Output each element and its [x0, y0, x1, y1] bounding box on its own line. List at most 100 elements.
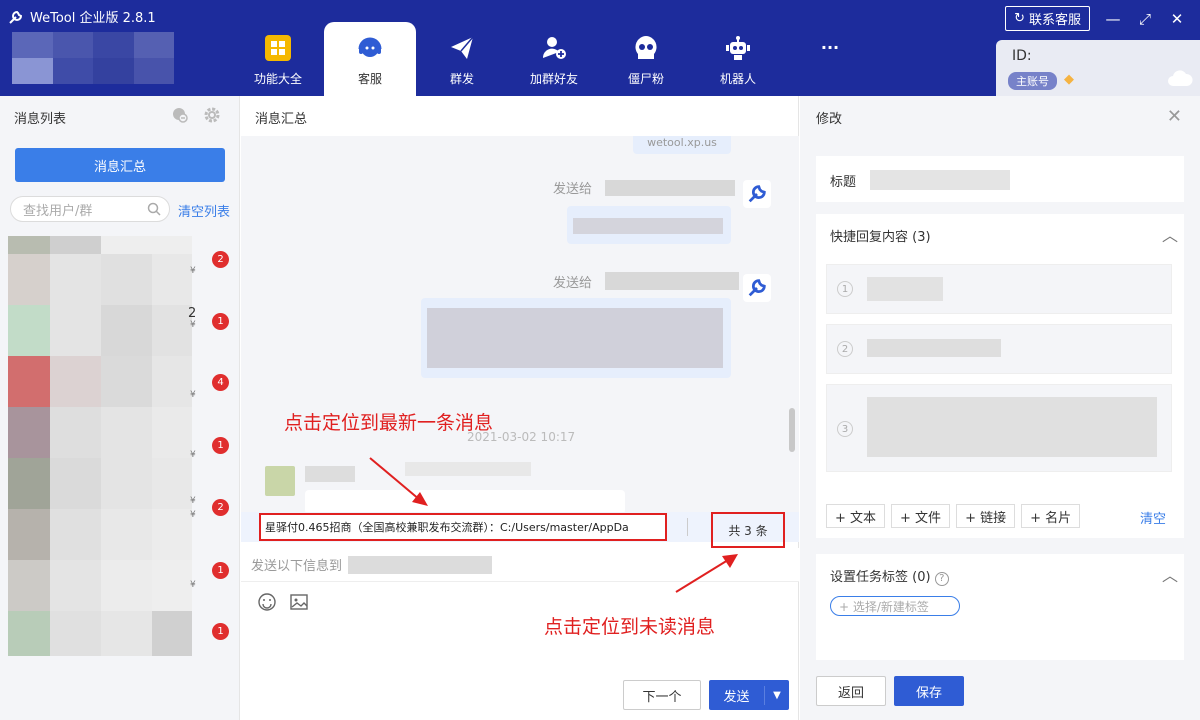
send-button[interactable]: 发送 ▼ — [709, 680, 789, 710]
reply-item[interactable]: 3 — [826, 384, 1172, 472]
sender-name — [305, 466, 355, 482]
reply-item[interactable]: 1 — [826, 264, 1172, 314]
nav-features[interactable]: 功能大全 — [232, 22, 324, 96]
chevron-down-icon[interactable]: ▼ — [765, 690, 789, 701]
unread-badge: 4 — [212, 374, 229, 391]
minimize-icon[interactable]: — — [1104, 10, 1122, 28]
add-buttons: + 文本 + 文件 + 链接 + 名片 — [826, 504, 1081, 528]
panel-header-icons — [171, 106, 221, 124]
wrench-logo-icon — [9, 10, 23, 24]
account-avatar[interactable] — [12, 32, 174, 84]
gear-icon[interactable] — [203, 106, 221, 124]
nav-label: 机器人 — [719, 72, 756, 86]
annotation-unread: 点击定位到未读消息 — [544, 616, 716, 638]
add-text-button[interactable]: + 文本 — [826, 504, 886, 528]
send-to-label: 发送给 — [553, 276, 593, 291]
nav-broadcast[interactable]: 群发 — [416, 22, 508, 96]
message-bubble — [567, 206, 731, 244]
sender-name — [405, 462, 531, 476]
nav-zombie-fans[interactable]: 僵尸粉 — [600, 22, 692, 96]
nav-label: 僵尸粉 — [627, 72, 664, 86]
image-icon[interactable] — [289, 592, 309, 612]
contact-list — [8, 236, 192, 656]
unread-count-text: 共 3 条 — [728, 523, 768, 538]
account-card[interactable]: ID: 主账号 ◆ — [996, 40, 1200, 96]
maximize-icon[interactable]: ⤢ — [1136, 10, 1154, 28]
window-controls: ↻ 联系客服 — ⤢ ✕ — [1005, 6, 1186, 31]
account-id-label: ID: — [1012, 48, 1032, 64]
grid-icon — [265, 35, 291, 61]
list-item[interactable] — [8, 254, 192, 305]
notice-text: 星驿付0.465招商（全国高校兼职发布交流群）：C:/Users/master/… — [265, 521, 629, 534]
add-link-button[interactable]: + 链接 — [956, 504, 1016, 528]
add-card-button[interactable]: + 名片 — [1021, 504, 1081, 528]
unread-badge: 1 — [212, 562, 229, 579]
chevron-up-icon[interactable]: ︿ — [1162, 562, 1178, 586]
chat-scrollbar[interactable] — [789, 408, 795, 452]
list-item[interactable] — [8, 458, 192, 509]
reply-item[interactable]: 2 — [826, 324, 1172, 374]
list-item[interactable] — [8, 509, 192, 560]
diamond-icon: ◆ — [1064, 72, 1074, 87]
clear-list-link[interactable]: 清空列表 — [178, 201, 230, 220]
quick-reply-section: 快捷回复内容 (3) ︿ 1 2 3 + 文本 + 文件 + 链接 + 名片 清… — [816, 214, 1184, 538]
nav-customer-service[interactable]: 客服 — [324, 22, 416, 96]
skull-icon — [635, 36, 657, 59]
latest-message-notice[interactable]: 星驿付0.465招商（全国高校兼职发布交流群）：C:/Users/master/… — [259, 513, 667, 541]
list-item[interactable] — [8, 236, 192, 254]
panel-title: 消息列表 — [14, 112, 67, 127]
tag-placeholder: + 选择/新建标签 — [839, 599, 929, 614]
search-input[interactable]: 查找用户/群 — [10, 196, 170, 222]
close-window-icon[interactable]: ✕ — [1168, 10, 1186, 28]
row-hint: ¥ — [190, 510, 196, 520]
app-avatar-icon — [743, 180, 771, 208]
emoji-icon[interactable] — [257, 592, 277, 612]
list-item[interactable] — [8, 407, 192, 458]
edit-panel: 修改 ✕ 标题 快捷回复内容 (3) ︿ 1 2 3 + 文本 + 文件 + 链… — [800, 96, 1200, 720]
contact-support-button[interactable]: ↻ 联系客服 — [1005, 6, 1090, 31]
app-avatar-icon — [743, 274, 771, 302]
unread-count-button[interactable]: 共 3 条 — [711, 512, 785, 548]
support-icon: ↻ — [1014, 11, 1025, 26]
back-button[interactable]: 返回 — [816, 676, 886, 706]
message-bubble — [421, 298, 731, 378]
task-tag-section: 设置任务标签 (0) ? ︿ + 选择/新建标签 — [816, 554, 1184, 660]
reply-number: 1 — [837, 281, 853, 297]
list-item[interactable] — [8, 560, 192, 611]
add-user-icon — [542, 37, 566, 59]
chevron-up-icon[interactable]: ︿ — [1162, 222, 1178, 246]
nav-robot[interactable]: 机器人 — [692, 22, 784, 96]
main-nav: 功能大全 客服 群发 加群好友 僵尸粉 机器人 ··· — [232, 22, 876, 96]
divider — [687, 518, 688, 536]
list-item[interactable] — [8, 305, 192, 356]
recipient-name — [605, 180, 735, 196]
send-target-bar: 发送以下信息到 — [241, 548, 799, 582]
message-summary-button[interactable]: 消息汇总 — [15, 148, 225, 182]
recipient-name — [605, 272, 739, 290]
add-file-button[interactable]: + 文件 — [891, 504, 951, 528]
message-bubble — [305, 490, 625, 514]
app-title-text: WeTool 企业版 2.8.1 — [30, 11, 156, 26]
nav-add-friends[interactable]: 加群好友 — [508, 22, 600, 96]
quick-reply-label: 快捷回复内容 (3) — [830, 230, 931, 245]
cloud-icon — [1168, 70, 1193, 86]
close-icon[interactable]: ✕ — [1167, 106, 1182, 127]
row-hint: ¥ — [190, 320, 196, 330]
task-tag-label: 设置任务标签 (0) ? — [830, 566, 949, 586]
list-item[interactable] — [8, 356, 192, 407]
nav-label: 客服 — [357, 72, 382, 86]
tag-select-input[interactable]: + 选择/新建标签 — [830, 596, 960, 616]
chat-off-icon[interactable] — [171, 106, 189, 124]
title-field[interactable]: 标题 — [816, 156, 1184, 202]
reply-number: 2 — [837, 341, 853, 357]
clear-replies-link[interactable]: 清空 — [1140, 508, 1166, 527]
avatar — [265, 466, 295, 496]
send-button-label: 发送 — [709, 685, 765, 705]
list-item[interactable] — [8, 611, 192, 656]
next-button[interactable]: 下一个 — [623, 680, 701, 710]
chat-area[interactable]: wetool.xp.us 发送给 发送给 2021-03-02 10:17 — [241, 136, 799, 514]
save-button[interactable]: 保存 — [894, 676, 964, 706]
nav-more[interactable]: ··· — [784, 22, 876, 96]
reply-number: 3 — [837, 421, 853, 437]
top-bar: WeTool 企业版 2.8.1 功能大全 客服 群发 加群好友 僵尸粉 机器人 — [0, 0, 1200, 96]
